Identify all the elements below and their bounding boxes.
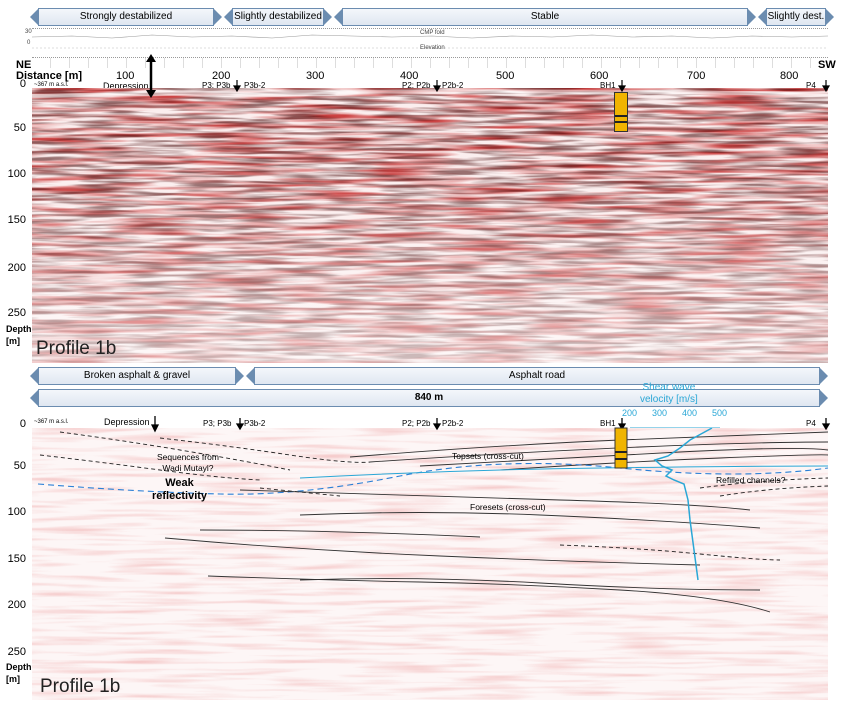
- interpretation-overlay: [37, 416, 831, 613]
- annotation-weak-reflectivity: Weak reflectivity: [152, 477, 208, 502]
- annotation-foresets: Foresets (cross-cut): [470, 502, 546, 512]
- foreset-reflectors: [164, 489, 771, 613]
- annotation-topsets: Topsets (cross-cut): [452, 451, 524, 461]
- annotation-refilled-channels: Refilled channels?: [716, 475, 786, 485]
- borehole-bh1-bottom: [614, 427, 628, 469]
- profile-label-bottom: Profile 1b: [40, 676, 121, 697]
- marker-arrows-bottom: [150, 416, 831, 433]
- topset-reflectors: [349, 431, 829, 471]
- annotation-sequences: Sequences from Wadi Mutayl?: [157, 452, 219, 473]
